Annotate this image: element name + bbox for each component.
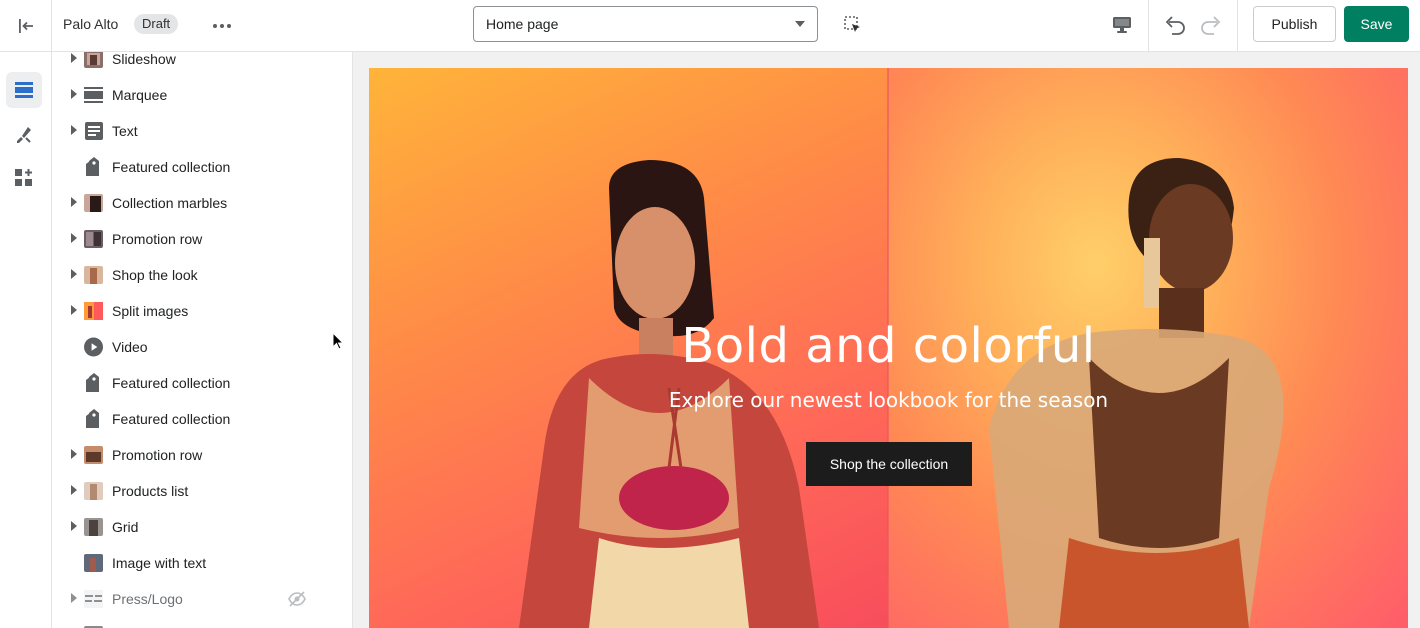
tag-icon — [84, 373, 103, 392]
page-select-value: Home page — [486, 16, 559, 32]
hero-subtitle: Explore our newest lookbook for the seas… — [668, 388, 1109, 412]
slideshow-thumbnail — [84, 52, 103, 68]
app-embeds-icon — [15, 169, 32, 186]
redo-icon — [1201, 16, 1221, 35]
section-label: Text — [112, 123, 138, 139]
section-label: Video — [112, 339, 148, 355]
section-item[interactable]: Shop the look — [52, 257, 352, 293]
expand-arrow-icon — [71, 53, 77, 63]
hero-banner[interactable]: Bold and colorful Explore our newest loo… — [369, 68, 1408, 628]
section-label: Featured collection — [112, 375, 231, 391]
tag-icon — [84, 409, 103, 428]
store-name: Palo Alto — [63, 16, 119, 32]
expand-arrow-icon — [71, 521, 77, 531]
section-label: Grid — [112, 519, 139, 535]
expand-arrow-icon — [71, 125, 77, 135]
marquee-icon — [84, 86, 103, 104]
section-item[interactable]: Products list — [52, 473, 352, 509]
theme-preview: Bold and colorful Explore our newest loo… — [353, 52, 1420, 628]
expand-arrow-icon — [71, 269, 77, 279]
play-icon — [84, 337, 103, 357]
hidden-eye-icon[interactable] — [288, 590, 306, 608]
section-item[interactable]: Collection marbles — [52, 185, 352, 221]
expand-arrow-icon — [71, 89, 77, 99]
shop-the-look-thumbnail — [84, 266, 103, 284]
press-logo-thumbnail — [84, 590, 103, 608]
section-item[interactable]: Promotion row — [52, 437, 352, 473]
editor-rail — [0, 52, 52, 628]
expand-arrow-icon — [71, 197, 77, 207]
expand-arrow-icon — [71, 233, 77, 243]
hero-title: Bold and colorful — [681, 318, 1096, 374]
save-button[interactable]: Save — [1344, 6, 1409, 42]
inspector-button[interactable] — [838, 10, 868, 40]
section-item[interactable]: Press/Logo — [52, 581, 352, 617]
section-label: Featured collection — [112, 159, 231, 175]
exit-icon — [18, 19, 33, 33]
chevron-down-icon — [795, 21, 805, 27]
rail-theme-settings-button[interactable] — [6, 116, 42, 152]
text-block-icon — [84, 122, 103, 140]
section-label: Marquee — [112, 87, 168, 103]
grid-thumbnail — [84, 518, 103, 536]
section-label: Press/Logo — [112, 591, 183, 607]
expand-arrow-icon — [71, 593, 77, 603]
section-label: Collection marbles — [112, 195, 228, 211]
section-item[interactable]: Featured collection — [52, 401, 352, 437]
collection-marbles-thumbnail — [84, 194, 103, 212]
publish-button[interactable]: Publish — [1253, 6, 1336, 42]
section-item[interactable] — [52, 617, 352, 628]
section-label: Products list — [112, 483, 189, 499]
section-item[interactable]: Promotion row — [52, 221, 352, 257]
rail-app-embeds-button[interactable] — [6, 160, 42, 196]
desktop-icon — [1113, 17, 1131, 33]
section-item[interactable]: Marquee — [52, 77, 352, 113]
split-images-thumbnail — [84, 302, 103, 320]
rail-sections-button[interactable] — [6, 72, 42, 108]
section-item[interactable]: Featured collection — [52, 149, 352, 185]
inspector-select-icon — [844, 16, 860, 32]
undo-icon — [1165, 16, 1185, 35]
expand-arrow-icon — [71, 485, 77, 495]
image-with-text-thumbnail — [84, 554, 103, 572]
section-label: Split images — [112, 303, 189, 319]
page-select[interactable]: Home page — [473, 6, 818, 42]
section-item[interactable]: Image with text — [52, 545, 352, 581]
top-bar: Palo Alto Draft Home page Publish Save — [0, 0, 1420, 52]
section-item[interactable]: Video — [52, 329, 352, 365]
expand-arrow-icon — [71, 449, 77, 459]
desktop-view-button[interactable] — [1106, 10, 1138, 40]
section-item[interactable]: Split images — [52, 293, 352, 329]
toolbar-divider — [1237, 0, 1238, 52]
promotion-row-thumbnail — [84, 446, 103, 464]
redo-button[interactable] — [1196, 10, 1226, 40]
sections-panel: Slideshow Marquee Text Featured collecti… — [52, 52, 353, 628]
theme-settings-icon — [17, 127, 31, 143]
status-badge: Draft — [134, 14, 179, 34]
section-label: Slideshow — [112, 52, 176, 67]
more-actions-button[interactable] — [206, 12, 238, 40]
section-item[interactable]: Text — [52, 113, 352, 149]
products-list-thumbnail — [84, 482, 103, 500]
shop-collection-button[interactable]: Shop the collection — [806, 442, 972, 486]
section-label: Image with text — [112, 555, 207, 571]
mouse-cursor-icon — [332, 332, 344, 350]
exit-editor-button[interactable] — [0, 0, 52, 52]
toolbar-divider — [1148, 0, 1149, 52]
section-label: Shop the look — [112, 267, 198, 283]
section-item[interactable]: Featured collection — [52, 365, 352, 401]
section-label: Promotion row — [112, 231, 203, 247]
promotion-row-thumbnail — [84, 230, 103, 248]
expand-arrow-icon — [71, 305, 77, 315]
tag-icon — [84, 157, 103, 176]
section-label: Featured collection — [112, 411, 231, 427]
more-horizontal-icon — [213, 24, 231, 28]
section-label: Promotion row — [112, 447, 203, 463]
section-item[interactable]: Grid — [52, 509, 352, 545]
section-item[interactable]: Slideshow — [52, 52, 352, 77]
sections-icon — [15, 82, 33, 98]
undo-button[interactable] — [1160, 10, 1190, 40]
